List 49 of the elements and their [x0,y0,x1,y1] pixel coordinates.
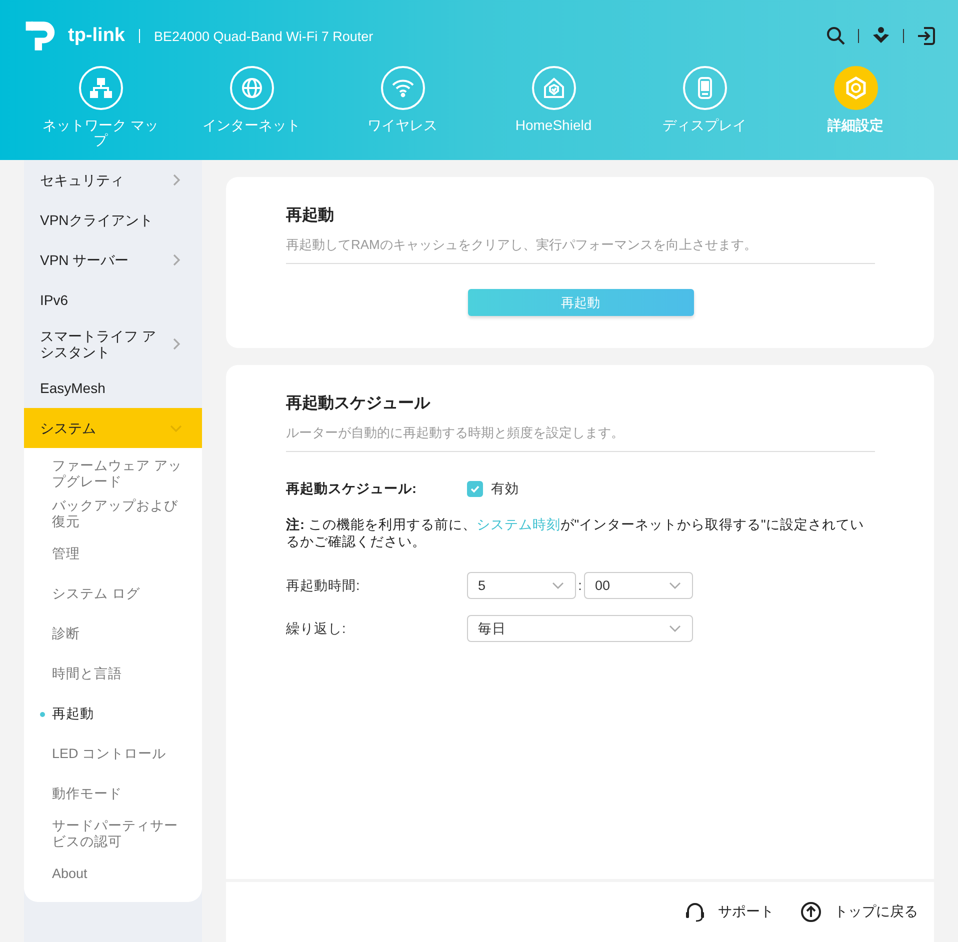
submenu-item[interactable]: サードパーティサービスの認可 [24,814,202,854]
search-icon[interactable] [826,26,846,46]
back-to-top-link[interactable]: トップに戻る [800,901,918,923]
section-title: 再起動 [286,206,335,226]
checkbox-label: 有効 [491,480,519,498]
submenu-item[interactable]: 再起動 [24,694,202,734]
submenu-item[interactable]: About [24,854,202,894]
sidebar-item[interactable]: EasyMesh [24,368,202,408]
chevron-down-icon [668,580,682,590]
submenu-item[interactable]: 時間と言語 [24,654,202,694]
time-separator: : [577,578,583,593]
submenu-item[interactable]: ファームウェア アップグレード [24,454,202,494]
field-label: 再起動時間: [286,576,361,594]
sidebar-item[interactable]: VPN サーバー [24,240,202,280]
sidebar-item[interactable]: セキュリティ [24,160,202,200]
note-text: 注: この機能を利用する前に、システム時刻が"インターネットから取得する"に設定されているかご確認ください。 [286,516,865,550]
chevron-down-icon [551,580,565,590]
sidebar-item[interactable]: システム [24,408,202,448]
submenu-item[interactable]: 管理 [24,534,202,574]
house-shield-icon [542,76,566,100]
repeat-select[interactable]: 毎日 [467,615,693,642]
chevron-down-icon [668,624,682,634]
hour-select[interactable]: 5 [467,572,576,599]
checkmark-icon [469,483,481,495]
field-label: 再起動スケジュール: [286,480,418,498]
section-title: 再起動スケジュール [286,394,432,414]
section-description: ルーターが自動的に再起動する時期と頻度を設定します。 [286,424,875,452]
sidebar-item[interactable]: IPv6 [24,280,202,320]
logout-icon[interactable] [916,26,936,46]
submenu-item[interactable]: 動作モード [24,774,202,814]
brand-name: tp-link [68,25,125,47]
submenu-item[interactable]: LED コントロール [24,734,202,774]
sidebar-item[interactable]: スマートライフ アシスタント [24,320,202,368]
field-label: 繰り返し: [286,620,347,638]
model-name: BE24000 Quad-Band Wi-Fi 7 Router [154,28,374,44]
sidebar-item[interactable]: VPNクライアント [24,200,202,240]
submenu-item[interactable]: バックアップおよび復元 [24,494,202,534]
enable-checkbox[interactable] [467,481,483,497]
minute-select[interactable]: 00 [584,572,693,599]
arrow-up-icon [800,901,822,923]
support-link[interactable]: サポート [684,901,774,923]
gear-icon [844,76,868,100]
section-description: 再起動してRAMのキャッシュをクリアし、実行パフォーマンスを向上させます。 [286,236,875,264]
headset-icon [684,901,706,923]
globe-icon [240,76,264,100]
submenu-item[interactable]: システム ログ [24,574,202,614]
download-icon[interactable] [871,26,891,46]
network-map-icon [88,76,112,100]
submenu-item[interactable]: 診断 [24,614,202,654]
